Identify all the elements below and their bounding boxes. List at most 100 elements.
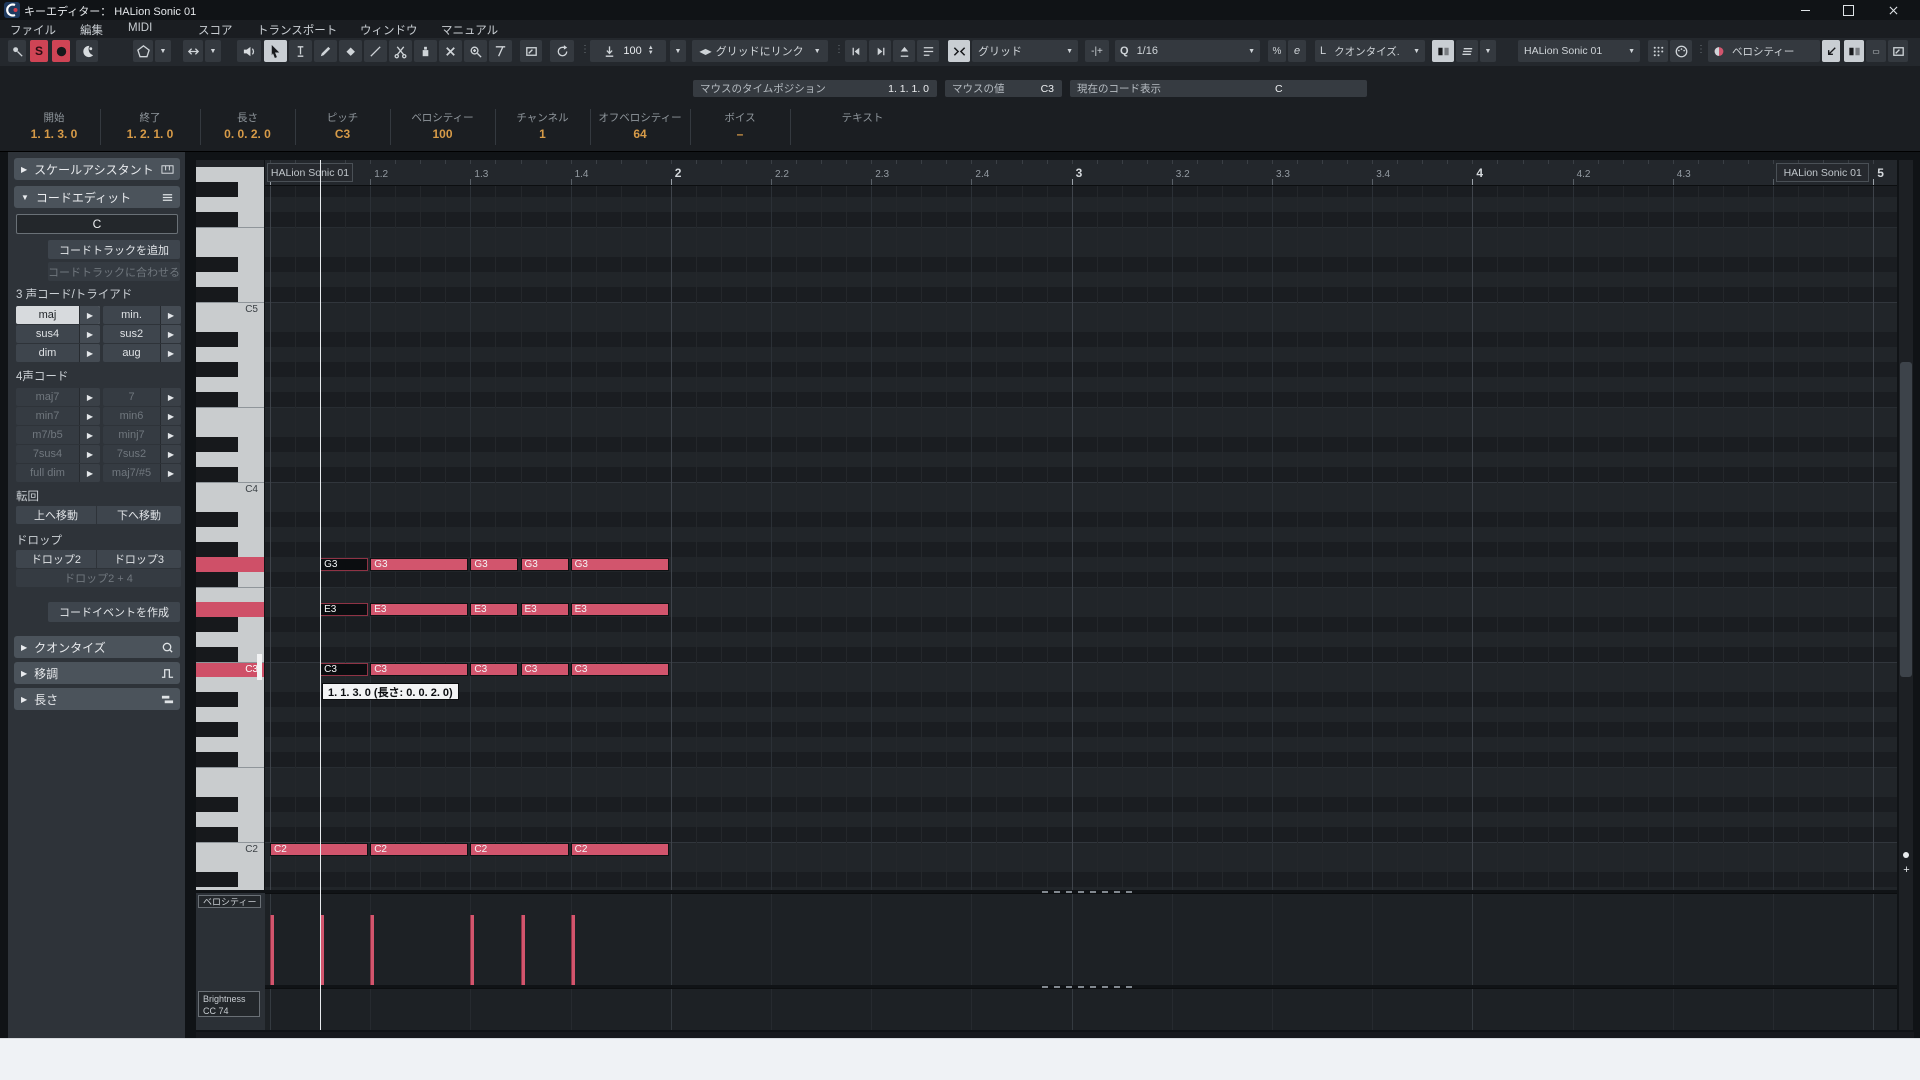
- piano-key-white[interactable]: [196, 272, 264, 287]
- controller-lane[interactable]: [265, 988, 1897, 1030]
- match-chord-track-button[interactable]: コードトラックに合わせる: [48, 262, 180, 281]
- length-quantize-box[interactable]: L クオンタイズ. ▼: [1315, 40, 1425, 62]
- tetrad-maj75-apply-arrow[interactable]: ▶: [160, 464, 181, 482]
- velocity-bar[interactable]: [520, 915, 525, 985]
- nudge-settings-button[interactable]: [917, 40, 939, 62]
- inspector-section-chord-edit[interactable]: ▼ コードエディット: [14, 186, 180, 208]
- menu-item-6[interactable]: マニュアル: [441, 22, 498, 38]
- grid-minus-plus-button[interactable]: -|+: [1085, 40, 1109, 62]
- menu-item-5[interactable]: ウィンドウ: [360, 22, 418, 38]
- piano-key-white[interactable]: [196, 587, 264, 602]
- note-grid[interactable]: G3 G3 G3 G3 G3 E3 E3 E3 E3 E3 C3 C3 C3 C3 C3 C2 C2 C2 C2: [265, 186, 1897, 890]
- info-field-value-0[interactable]: 1. 1. 3. 0: [8, 127, 100, 141]
- midi-note-E3[interactable]: E3: [520, 603, 569, 616]
- midi-note-E3[interactable]: E3: [570, 603, 669, 616]
- inspector-section-transpose[interactable]: ▶ 移調: [14, 662, 180, 684]
- create-chord-event-button[interactable]: コードイベントを作成: [48, 602, 180, 622]
- piano-key-white[interactable]: [196, 497, 264, 512]
- triad-maj[interactable]: maj ▶: [16, 306, 100, 324]
- zoom-tool[interactable]: [464, 40, 487, 62]
- part-selector-box[interactable]: HALion Sonic 01 ▼: [1518, 40, 1640, 62]
- triad-sus4[interactable]: sus4 ▶: [16, 325, 100, 343]
- tetrad-7sus2[interactable]: 7sus2 ▶: [103, 445, 181, 463]
- info-field-value-4[interactable]: 100: [390, 127, 495, 141]
- vertical-scrollbar-thumb[interactable]: [1900, 362, 1912, 677]
- midi-note-C2[interactable]: C2: [270, 843, 369, 856]
- midi-note-C3[interactable]: C3: [470, 663, 519, 676]
- move-up-button[interactable]: 上へ移動: [16, 506, 96, 524]
- lower-zone-toggle-button[interactable]: ▭: [1866, 40, 1886, 62]
- tetrad-7sus4[interactable]: 7sus4 ▶: [16, 445, 100, 463]
- triad-aug-apply-arrow[interactable]: ▶: [160, 344, 181, 362]
- open-in-lower-zone-button[interactable]: [1822, 40, 1840, 62]
- midi-note-G3[interactable]: G3: [470, 558, 519, 571]
- midi-note-G3[interactable]: G3: [520, 558, 569, 571]
- midi-note-E3[interactable]: E3: [370, 603, 469, 616]
- autoscroll-button[interactable]: [183, 40, 203, 62]
- snap-type-box[interactable]: グリッド ▼: [972, 40, 1078, 62]
- velocity-bar[interactable]: [370, 915, 375, 985]
- tetrad-minj7-apply-arrow[interactable]: ▶: [160, 426, 181, 444]
- solo-button[interactable]: S: [30, 40, 48, 62]
- velocity-bar[interactable]: [270, 915, 274, 985]
- lane-divider-handle[interactable]: [1042, 891, 1132, 893]
- nudge-start-right-button[interactable]: [869, 40, 891, 62]
- tetrad-7sus4-apply-arrow[interactable]: ▶: [79, 445, 100, 463]
- object-selection-tool[interactable]: [264, 40, 287, 62]
- menu-item-3[interactable]: スコア: [198, 22, 233, 38]
- piano-key-white[interactable]: [196, 857, 264, 872]
- event-colors-box[interactable]: ベロシティー: [1708, 40, 1820, 62]
- midi-note-C3[interactable]: C3: [370, 663, 469, 676]
- piano-key-white[interactable]: [196, 452, 264, 467]
- info-field-value-7[interactable]: –: [690, 127, 790, 141]
- info-field-value-1[interactable]: 1. 2. 1. 0: [100, 127, 200, 141]
- triad-min-apply-arrow[interactable]: ▶: [160, 306, 181, 324]
- tetrad-maj75[interactable]: maj7/#5 ▶: [103, 464, 181, 482]
- pitch-visibility-dropdown[interactable]: ▼: [155, 40, 171, 62]
- menu-item-0[interactable]: ファイル: [10, 22, 56, 38]
- minimize-button[interactable]: [1790, 2, 1820, 18]
- nudge-up-button[interactable]: [893, 40, 915, 62]
- current-chord-field[interactable]: C: [16, 214, 178, 234]
- tetrad-min6[interactable]: min6 ▶: [103, 407, 181, 425]
- freeze-quantize-button[interactable]: e: [1288, 40, 1306, 62]
- midi-note-C2[interactable]: C2: [570, 843, 669, 856]
- midi-note-C2[interactable]: C2: [470, 843, 569, 856]
- tetrad-maj7[interactable]: maj7 ▶: [16, 388, 100, 406]
- velocity-bar[interactable]: [470, 915, 475, 985]
- acoustic-preview-button[interactable]: [237, 40, 261, 62]
- acoustic-feedback-button[interactable]: [76, 40, 98, 62]
- project-cursor-playhead[interactable]: [320, 160, 322, 1030]
- drop2-button[interactable]: ドロップ2: [16, 550, 96, 568]
- menu-item-4[interactable]: トランスポート: [257, 22, 337, 38]
- trim-tool[interactable]: [289, 40, 312, 62]
- line-tool[interactable]: [364, 40, 387, 62]
- iterative-quantize-button[interactable]: %: [1268, 40, 1286, 62]
- triad-sus2-apply-arrow[interactable]: ▶: [160, 325, 181, 343]
- midi-note-C3[interactable]: C3: [570, 663, 669, 676]
- piano-key-white[interactable]: [196, 812, 264, 827]
- midi-note-G3-selected[interactable]: G3: [320, 558, 369, 571]
- midi-din-button[interactable]: [1670, 40, 1692, 62]
- triad-maj-apply-arrow[interactable]: ▶: [79, 306, 100, 324]
- close-button[interactable]: [1878, 2, 1908, 18]
- piano-key-white[interactable]: [196, 632, 264, 647]
- midi-note-G3[interactable]: G3: [570, 558, 669, 571]
- setup-window-layout-button[interactable]: [1888, 40, 1908, 62]
- add-chord-track-button[interactable]: コードトラックを追加: [48, 240, 180, 259]
- piano-key-white[interactable]: [196, 767, 264, 782]
- midi-input-button[interactable]: [1456, 40, 1478, 62]
- snap-on-off-button[interactable]: [948, 40, 970, 62]
- draw-tool[interactable]: [314, 40, 337, 62]
- part-editing-mode-button[interactable]: [520, 40, 542, 62]
- nudge-start-left-button[interactable]: [845, 40, 867, 62]
- pitch-visibility-button[interactable]: [133, 40, 153, 62]
- piano-key-white[interactable]: [196, 407, 264, 422]
- menu-item-2[interactable]: MIDI: [128, 22, 152, 34]
- piano-key-white[interactable]: [196, 422, 264, 437]
- piano-key-white[interactable]: [196, 782, 264, 797]
- piano-key-white[interactable]: [196, 557, 264, 572]
- inspector-section-scale-assistant[interactable]: ▶ スケールアシスタント: [14, 158, 180, 180]
- midi-note-C3-selected[interactable]: C3: [320, 663, 369, 676]
- triad-sus2[interactable]: sus2 ▶: [103, 325, 181, 343]
